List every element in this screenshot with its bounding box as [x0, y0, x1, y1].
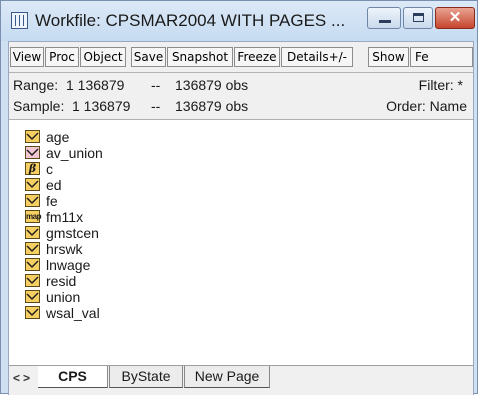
sample-label: Sample:: [13, 98, 65, 114]
snapshot-button[interactable]: Snapshot: [167, 47, 233, 67]
page-tab-bar: < > CPS ByState New Page: [9, 365, 473, 395]
workfile-info-panel: Range: 1 136879 -- 136879 obs Filter: * …: [9, 73, 473, 120]
series-icon: [25, 258, 40, 271]
object-name: c: [46, 161, 53, 177]
series-icon: [25, 130, 40, 143]
series-icon: [25, 306, 40, 319]
workfile-icon: [11, 12, 28, 29]
fetch-button[interactable]: Fe: [410, 47, 473, 67]
series-icon: [25, 242, 40, 255]
series-icon: [25, 226, 40, 239]
coef-icon: β: [25, 162, 40, 175]
object-name: union: [46, 289, 81, 305]
minimize-button[interactable]: [367, 7, 401, 29]
object-name: ed: [46, 177, 62, 193]
model-icon: map: [25, 210, 41, 223]
range-value: 1 136879: [66, 77, 125, 93]
close-icon: ✕: [448, 9, 462, 26]
sample-obs: 136879 obs: [175, 98, 249, 114]
range-separator: --: [151, 77, 161, 93]
workfile-client: View Proc Object Save Snapshot Freeze De…: [8, 41, 474, 395]
proc-button[interactable]: Proc: [45, 47, 79, 67]
alpha-series-icon: [25, 146, 40, 159]
save-button[interactable]: Save: [131, 47, 166, 67]
series-icon: [25, 274, 40, 287]
details-button[interactable]: Details+/-: [281, 47, 353, 67]
series-icon: [25, 290, 40, 303]
order-label: Order: Name: [386, 98, 467, 114]
title-bar[interactable]: Workfile: CPSMAR2004 WITH PAGES ... ✕: [1, 1, 477, 41]
object-list: age av_union β c ed fe map fm11x gmstcen…: [9, 120, 473, 365]
maximize-icon: [413, 13, 424, 22]
object-button[interactable]: Object: [80, 47, 126, 67]
window-title: Workfile: CPSMAR2004 WITH PAGES ...: [35, 11, 346, 30]
series-icon: [25, 178, 40, 191]
object-name: age: [46, 129, 70, 145]
object-name: resid: [46, 273, 77, 289]
object-name: fm11x: [46, 209, 84, 225]
toolbar: View Proc Object Save Snapshot Freeze De…: [9, 42, 473, 73]
object-name: lnwage: [46, 257, 91, 273]
maximize-button[interactable]: [403, 7, 433, 29]
series-icon: [25, 194, 40, 207]
range-label: Range:: [13, 77, 59, 93]
tab-cps[interactable]: CPS: [38, 366, 108, 388]
tab-scroll-left-button[interactable]: <: [13, 371, 20, 385]
object-name: gmstcen: [46, 225, 99, 241]
range-obs: 136879 obs: [175, 77, 249, 93]
object-name: av_union: [46, 145, 103, 161]
object-name: fe: [46, 193, 58, 209]
object-name: hrswk: [46, 241, 83, 257]
sample-value: 1 136879: [72, 98, 131, 114]
object-name: wsal_val: [46, 305, 100, 321]
tab-scroll-right-button[interactable]: >: [23, 371, 30, 385]
tab-new-page[interactable]: New Page: [184, 366, 270, 388]
sample-separator: --: [151, 98, 161, 114]
close-button[interactable]: ✕: [435, 7, 475, 29]
view-button[interactable]: View: [10, 47, 44, 67]
minimize-icon: [379, 20, 391, 23]
freeze-button[interactable]: Freeze: [234, 47, 280, 67]
workfile-window: Workfile: CPSMAR2004 WITH PAGES ... ✕ Vi…: [0, 0, 478, 395]
tab-bystate[interactable]: ByState: [109, 366, 183, 388]
show-button[interactable]: Show: [368, 47, 409, 67]
filter-label: Filter: *: [418, 77, 463, 93]
